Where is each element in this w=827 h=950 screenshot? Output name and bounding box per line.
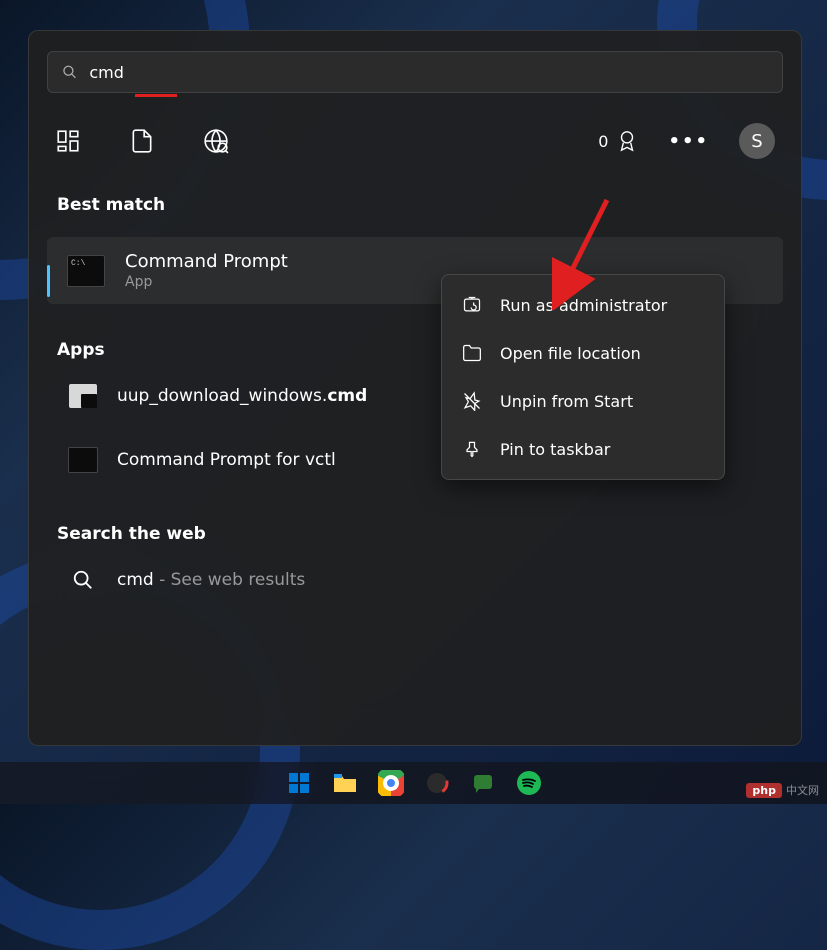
app-icon-generic[interactable] [423, 769, 451, 797]
cmd-file-icon [67, 382, 99, 410]
best-match-heading: Best match [57, 195, 783, 215]
menu-label: Pin to taskbar [500, 440, 610, 459]
annotation-underline [135, 94, 177, 97]
app-result-label: Command Prompt for vctl [117, 450, 336, 470]
web-search-label: cmd - See web results [117, 570, 305, 590]
rewards-medal-icon [616, 130, 638, 152]
open-file-location-item[interactable]: Open file location [448, 329, 718, 377]
menu-label: Unpin from Start [500, 392, 633, 411]
spotify-icon[interactable] [515, 769, 543, 797]
admin-shield-icon [462, 295, 482, 315]
more-options-icon[interactable]: ••• [668, 131, 709, 152]
pin-taskbar-item[interactable]: Pin to taskbar [448, 425, 718, 473]
watermark: php 中文网 [746, 782, 819, 798]
command-prompt-icon: C:\ [67, 255, 105, 287]
web-filter-icon[interactable] [203, 128, 229, 154]
unpin-icon [462, 391, 482, 411]
command-prompt-icon [67, 446, 99, 474]
app-result-label: uup_download_windows.cmd [117, 386, 367, 406]
search-input[interactable] [89, 63, 768, 82]
result-title: Command Prompt [125, 251, 288, 272]
start-button[interactable] [285, 769, 313, 797]
search-box[interactable] [47, 51, 783, 93]
run-as-admin-item[interactable]: Run as administrator [448, 281, 718, 329]
chrome-icon[interactable] [377, 769, 405, 797]
apps-filter-icon[interactable] [55, 128, 81, 154]
documents-filter-icon[interactable] [129, 128, 155, 154]
menu-label: Run as administrator [500, 296, 667, 315]
search-icon [62, 64, 77, 80]
rewards-count: 0 [598, 132, 608, 151]
user-avatar[interactable]: S [739, 123, 775, 159]
context-menu: Run as administrator Open file location … [441, 274, 725, 480]
menu-label: Open file location [500, 344, 641, 363]
taskbar [0, 762, 827, 804]
pin-icon [462, 439, 482, 459]
selection-indicator [47, 265, 50, 297]
watermark-badge: php [746, 783, 782, 798]
unpin-start-item[interactable]: Unpin from Start [448, 377, 718, 425]
file-explorer-icon[interactable] [331, 769, 359, 797]
search-toolbar: 0 ••• S [47, 123, 783, 159]
chat-app-icon[interactable] [469, 769, 497, 797]
result-subtitle: App [125, 274, 288, 290]
folder-icon [462, 343, 482, 363]
search-web-heading: Search the web [57, 524, 783, 544]
rewards-indicator[interactable]: 0 [598, 130, 638, 152]
web-search-item[interactable]: cmd - See web results [47, 552, 783, 608]
search-icon [67, 566, 99, 594]
watermark-text: 中文网 [786, 782, 819, 798]
